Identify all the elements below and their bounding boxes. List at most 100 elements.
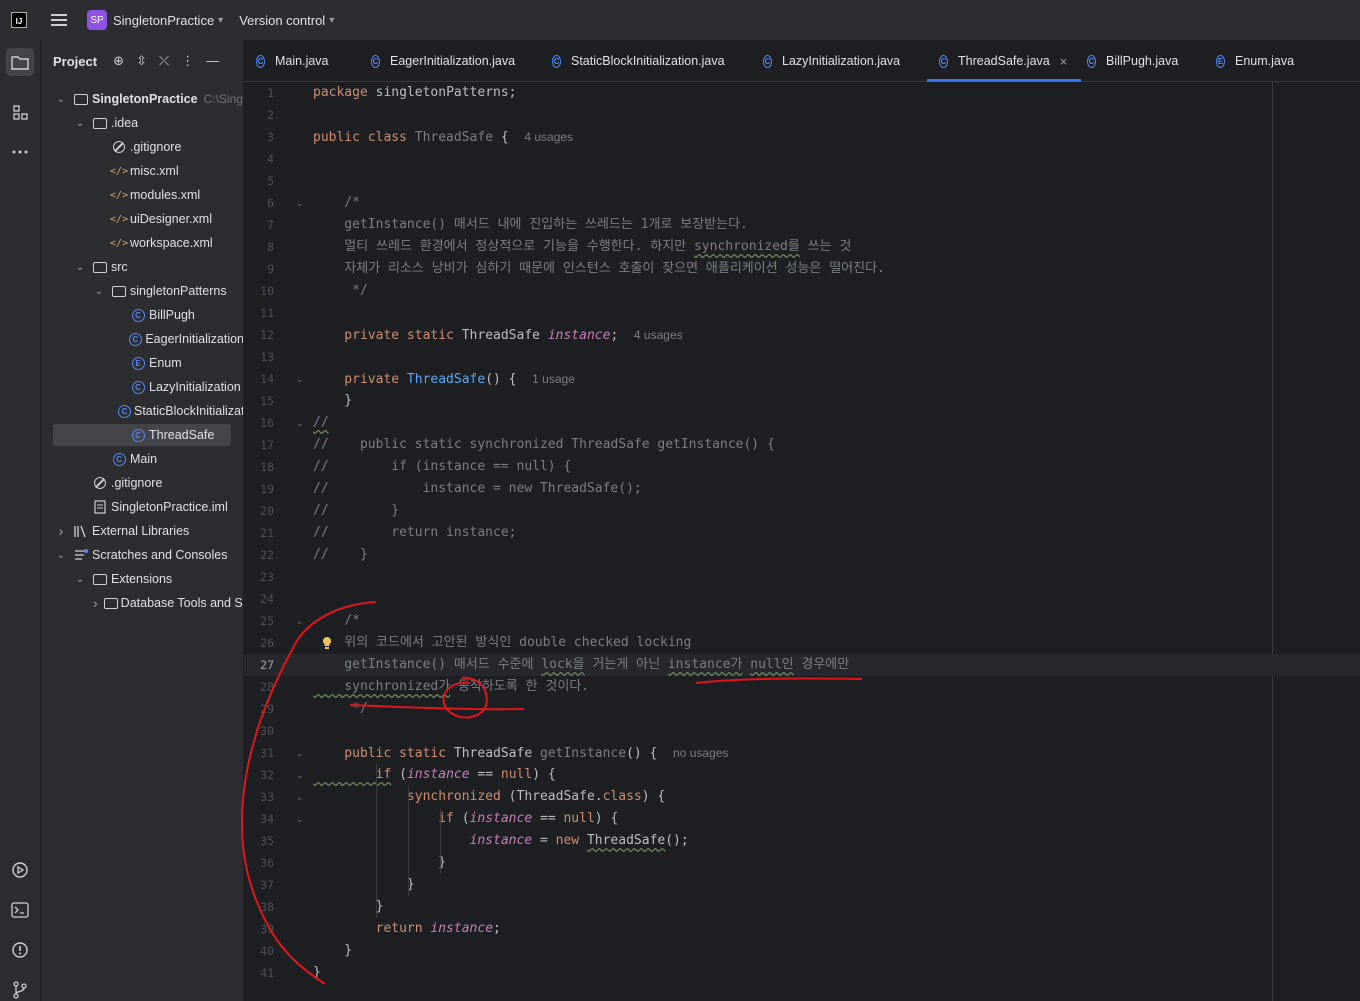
- line-number[interactable]: 23: [244, 566, 274, 588]
- line-number[interactable]: 25: [244, 610, 274, 632]
- code-line[interactable]: // }: [313, 544, 368, 566]
- line-number[interactable]: 4: [244, 148, 274, 170]
- line-number[interactable]: 8: [244, 236, 274, 258]
- code-line[interactable]: public static ThreadSafe getInstance() {…: [313, 742, 728, 764]
- code-line[interactable]: private static ThreadSafe instance; 4 us…: [313, 324, 683, 346]
- line-number[interactable]: 10: [244, 280, 274, 302]
- editor-tab[interactable]: C LazyInitialization.java: [763, 40, 900, 82]
- tree-item[interactable]: SingletonPractice.iml: [41, 495, 243, 519]
- line-number[interactable]: 21: [244, 522, 274, 544]
- code-line[interactable]: }: [313, 962, 321, 984]
- tree-item[interactable]: C ThreadSafe: [41, 423, 243, 447]
- code-line[interactable]: public class ThreadSafe { 4 usages: [313, 126, 573, 148]
- tree-item[interactable]: › External Libraries: [41, 519, 243, 543]
- line-number[interactable]: 3: [244, 126, 274, 148]
- code-editor[interactable]: 1 package singletonPatterns; 2 3 public clas…: [244, 82, 1360, 1001]
- line-number[interactable]: 19: [244, 478, 274, 500]
- vcs-menu[interactable]: Version control: [239, 13, 325, 28]
- line-number[interactable]: 13: [244, 346, 274, 368]
- line-number[interactable]: 40: [244, 940, 274, 962]
- tree-item[interactable]: .gitignore: [41, 471, 243, 495]
- code-line[interactable]: synchronized (ThreadSafe.class) {: [313, 786, 665, 808]
- fold-chevron-icon[interactable]: ⌄: [296, 742, 304, 764]
- code-line[interactable]: */: [313, 280, 368, 302]
- code-line[interactable]: /*: [313, 610, 360, 632]
- fold-chevron-icon[interactable]: ⌄: [296, 412, 304, 434]
- line-number[interactable]: 28: [244, 676, 274, 698]
- code-line[interactable]: getInstance() 매서드 수준에 lock을 거는게 아닌 insta…: [313, 654, 849, 676]
- line-number[interactable]: 7: [244, 214, 274, 236]
- code-line[interactable]: if (instance == null) {: [313, 808, 618, 830]
- options-icon[interactable]: ⋮: [181, 53, 194, 69]
- tree-item[interactable]: ⌄ SingletonPractice C:\Sing: [41, 87, 243, 111]
- tree-item[interactable]: CStaticBlockInitialization: [41, 399, 243, 423]
- usage-hint[interactable]: 4 usages: [634, 328, 683, 342]
- code-line[interactable]: /*: [313, 192, 360, 214]
- line-number[interactable]: 26: [244, 632, 274, 654]
- line-number[interactable]: 2: [244, 104, 274, 126]
- folder-icon[interactable]: [6, 48, 34, 76]
- lightbulb-icon[interactable]: [321, 632, 333, 654]
- fold-chevron-icon[interactable]: ⌄: [296, 808, 304, 830]
- code-line[interactable]: }: [313, 390, 352, 412]
- code-line[interactable]: private ThreadSafe() { 1 usage: [313, 368, 575, 390]
- editor-tab[interactable]: C EagerInitialization.java: [371, 40, 515, 82]
- tree-item[interactable]: › Database Tools and SQL: [41, 591, 243, 615]
- line-number[interactable]: 11: [244, 302, 274, 324]
- chevron-down-icon[interactable]: ⌄: [55, 94, 67, 105]
- code-line[interactable]: // }: [313, 500, 399, 522]
- tree-item[interactable]: C Main: [41, 447, 243, 471]
- line-number[interactable]: 5: [244, 170, 274, 192]
- tree-item[interactable]: </> modules.xml: [41, 183, 243, 207]
- code-line[interactable]: // if (instance == null) {: [313, 456, 571, 478]
- tree-item[interactable]: ⌄ Extensions: [41, 567, 243, 591]
- tree-item[interactable]: </> uiDesigner.xml: [41, 207, 243, 231]
- locate-icon[interactable]: ⊕: [113, 53, 124, 69]
- intellij-logo-icon[interactable]: IJ: [11, 12, 27, 28]
- chevron-down-icon[interactable]: ⌄: [74, 262, 86, 273]
- usage-hint[interactable]: no usages: [673, 746, 728, 760]
- chevron-right-icon[interactable]: ›: [93, 595, 98, 611]
- code-line[interactable]: 자체가 리소스 낭비가 심하기 때문에 인스턴스 호출이 잦으면 애플리케이션 …: [313, 258, 885, 280]
- code-line[interactable]: if (instance == null) {: [313, 764, 556, 786]
- git-icon[interactable]: [6, 976, 34, 1001]
- usage-hint[interactable]: 4 usages: [524, 130, 573, 144]
- editor-tab[interactable]: C ThreadSafe.java ×: [926, 40, 1082, 82]
- line-number[interactable]: 29: [244, 698, 274, 720]
- line-number[interactable]: 12: [244, 324, 274, 346]
- code-line[interactable]: synchronized가 동작하도록 한 것이다.: [313, 676, 589, 698]
- tree-item[interactable]: ⌄ .idea: [41, 111, 243, 135]
- editor-tab[interactable]: C Main.java: [256, 40, 329, 82]
- structure-icon[interactable]: [6, 98, 34, 126]
- line-number[interactable]: 24: [244, 588, 274, 610]
- code-line[interactable]: }: [313, 852, 446, 874]
- line-number[interactable]: 27: [244, 654, 274, 676]
- project-name[interactable]: SingletonPractice: [113, 13, 214, 28]
- chevron-right-icon[interactable]: ›: [55, 523, 67, 539]
- code-line[interactable]: return instance;: [313, 918, 501, 940]
- more-icon[interactable]: [6, 138, 34, 166]
- code-line[interactable]: */: [313, 698, 368, 720]
- fold-chevron-icon[interactable]: ⌄: [296, 786, 304, 808]
- tree-item[interactable]: C EagerInitialization: [41, 327, 243, 351]
- line-number[interactable]: 14: [244, 368, 274, 390]
- hide-icon[interactable]: —: [206, 53, 219, 69]
- line-number[interactable]: 39: [244, 918, 274, 940]
- tree-item[interactable]: ⌄ src: [41, 255, 243, 279]
- code-line[interactable]: // instance = new ThreadSafe();: [313, 478, 642, 500]
- code-line[interactable]: }: [313, 940, 352, 962]
- terminal-icon[interactable]: [6, 896, 34, 924]
- tree-item[interactable]: </> misc.xml: [41, 159, 243, 183]
- line-number[interactable]: 34: [244, 808, 274, 830]
- editor-tab[interactable]: C StaticBlockInitialization.java: [552, 40, 725, 82]
- problems-icon[interactable]: [6, 936, 34, 964]
- run-icon[interactable]: [6, 856, 34, 884]
- fold-chevron-icon[interactable]: ⌄: [296, 368, 304, 390]
- editor-tab[interactable]: C BillPugh.java: [1087, 40, 1178, 82]
- code-line[interactable]: 위의 코드에서 고안된 방식인 double checked locking: [313, 632, 691, 654]
- line-number[interactable]: 33: [244, 786, 274, 808]
- project-badge[interactable]: SP: [87, 10, 107, 30]
- chevron-down-icon[interactable]: ⌄: [55, 550, 67, 561]
- line-number[interactable]: 38: [244, 896, 274, 918]
- line-number[interactable]: 30: [244, 720, 274, 742]
